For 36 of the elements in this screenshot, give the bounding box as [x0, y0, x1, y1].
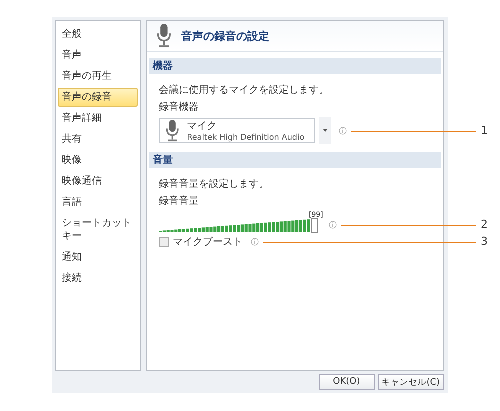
- sidebar-item[interactable]: 音声: [58, 46, 138, 65]
- callout-number: 1: [481, 124, 488, 136]
- sidebar-item[interactable]: 音声詳細: [58, 109, 138, 128]
- field-label: 録音機器: [159, 100, 199, 114]
- sidebar-item[interactable]: 映像通信: [58, 172, 138, 191]
- info-icon[interactable]: [339, 126, 347, 134]
- sidebar-item[interactable]: 言語: [58, 193, 138, 212]
- dialog-button[interactable]: キャンセル(C): [378, 374, 444, 390]
- sidebar-item[interactable]: 音声の録音: [58, 88, 138, 107]
- info-icon[interactable]: [329, 221, 337, 229]
- callout-number: 3: [481, 235, 488, 248]
- field-label: 録音音量: [159, 194, 199, 208]
- panel-title: 音声の録音の設定: [181, 28, 270, 44]
- microphone-icon: [157, 24, 172, 48]
- dialog-button[interactable]: OK(O): [318, 374, 375, 390]
- sidebar-item[interactable]: 通知: [58, 248, 138, 267]
- device-detail: Realtek High Definition Audio: [187, 133, 305, 142]
- sidebar-item[interactable]: 接続: [58, 269, 138, 288]
- sidebar-item[interactable]: ショートカットキー: [58, 214, 138, 246]
- section-description: 会議に使用するマイクを設定します。: [159, 84, 329, 97]
- checkbox[interactable]: [159, 237, 169, 247]
- section-heading: 機器: [149, 58, 441, 74]
- sidebar-item[interactable]: 音声の再生: [58, 67, 138, 86]
- sidebar-item[interactable]: 全般: [58, 25, 138, 44]
- device-dropdown[interactable]: マイク Realtek High Definition Audio: [159, 118, 315, 143]
- info-icon[interactable]: [251, 238, 259, 246]
- caret-icon: [322, 129, 328, 132]
- microphone-icon: [166, 120, 180, 142]
- checkbox-label: マイクブースト: [173, 236, 243, 249]
- sidebar-item[interactable]: 映像: [58, 151, 138, 170]
- section-description: 録音音量を設定します。: [159, 178, 269, 191]
- volume-slider[interactable]: [159, 218, 321, 232]
- callout-number: 2: [481, 218, 488, 231]
- sidebar-item[interactable]: 共有: [58, 130, 138, 149]
- device-name: マイク: [187, 120, 218, 133]
- section-heading: 音量: [149, 152, 441, 168]
